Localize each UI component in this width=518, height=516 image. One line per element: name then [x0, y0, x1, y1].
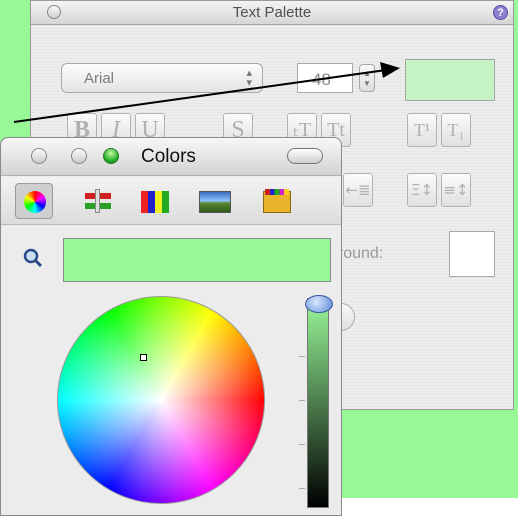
brightness-knob[interactable] — [305, 295, 333, 313]
image-palettes-tab[interactable] — [197, 183, 235, 219]
palettes-tab[interactable] — [137, 183, 175, 219]
color-wheel[interactable] — [57, 296, 265, 504]
colors-titlebar[interactable]: Colors — [1, 138, 341, 176]
colors-panel: Colors — [0, 137, 342, 516]
arrow-to-text-color — [13, 69, 387, 123]
slider-tick — [299, 400, 305, 401]
magnifier-icon[interactable] — [23, 248, 43, 268]
sliders-tab[interactable] — [81, 183, 119, 219]
minimize-button[interactable] — [71, 148, 87, 164]
zoom-button[interactable] — [103, 148, 119, 164]
color-picker-marker[interactable] — [140, 354, 147, 361]
arrowhead-icon — [380, 62, 400, 78]
close-button[interactable] — [31, 148, 47, 164]
brightness-slider[interactable] — [307, 298, 329, 508]
colors-tab-bar — [1, 177, 341, 225]
selected-color-swatch[interactable] — [63, 238, 331, 282]
toolbar-toggle-button[interactable] — [287, 148, 323, 164]
color-wheel-tab[interactable] — [15, 183, 53, 219]
colors-title: Colors — [141, 146, 196, 167]
palettes-icon — [141, 191, 169, 213]
slider-tick — [299, 356, 305, 357]
image-palette-icon — [199, 191, 231, 213]
slider-tick — [299, 444, 305, 445]
slider-tick — [299, 488, 305, 489]
crayons-tab[interactable] — [259, 183, 297, 219]
color-wheel-icon — [24, 191, 46, 213]
